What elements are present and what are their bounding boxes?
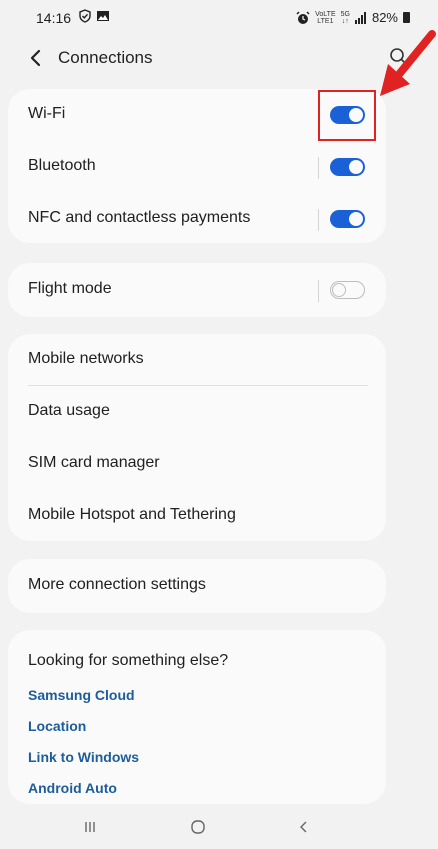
app-header: Connections [0, 36, 438, 80]
alarm-icon [296, 10, 310, 24]
toggle-knob [332, 283, 346, 297]
mobile-networks-label: Mobile networks [28, 350, 144, 367]
link-samsung-cloud[interactable]: Samsung Cloud [28, 687, 135, 703]
toggle-knob [349, 212, 363, 226]
mobile-networks-row[interactable]: Mobile networks [8, 334, 386, 386]
shield-check-icon [79, 9, 91, 23]
bluetooth-row[interactable]: Bluetooth [8, 141, 386, 193]
hotspot-label: Mobile Hotspot and Tethering [28, 506, 236, 523]
more-settings-label: More connection settings [28, 576, 206, 593]
flight-mode-row[interactable]: Flight mode [8, 264, 386, 316]
battery-percent: 82% [371, 10, 398, 25]
home-button[interactable] [183, 814, 213, 840]
more-card: More connection settings [8, 559, 386, 613]
wifi-label: Wi-Fi [28, 105, 66, 122]
gallery-icon [97, 11, 109, 21]
annotation-arrow-icon [380, 30, 436, 96]
suggestions-card: Looking for something else? Samsung Clou… [8, 630, 386, 804]
divider [318, 280, 319, 302]
home-icon [191, 820, 205, 834]
annotation-highlight-box [318, 90, 376, 141]
nav-back-icon [300, 821, 307, 833]
battery-icon [403, 12, 410, 23]
link-to-windows[interactable]: Link to Windows [28, 749, 139, 765]
recents-icon [85, 822, 95, 832]
mobile-card: Mobile networks Data usage SIM card mana… [8, 334, 386, 541]
toggle-knob [349, 160, 363, 174]
page-title: Connections [58, 48, 153, 67]
status-right: VoLTE LTE1 5G ↓↑ 82% [296, 10, 410, 25]
divider [318, 157, 319, 179]
nfc-toggle[interactable] [330, 210, 365, 228]
navigation-bar [0, 806, 438, 849]
hotspot-row[interactable]: Mobile Hotspot and Tethering [8, 490, 386, 542]
flight-mode-label: Flight mode [28, 280, 112, 297]
more-settings-row[interactable]: More connection settings [8, 560, 386, 612]
data-usage-row[interactable]: Data usage [8, 386, 386, 438]
flight-mode-toggle[interactable] [330, 281, 365, 299]
link-location[interactable]: Location [28, 718, 86, 734]
status-bar: 14:16 VoLTE LTE1 5G ↓↑ 82% [0, 0, 438, 34]
nav-back-button[interactable] [289, 814, 319, 840]
chevron-left-icon[interactable] [24, 46, 48, 70]
flight-card: Flight mode [8, 263, 386, 317]
nfc-label: NFC and contactless payments [28, 209, 251, 226]
status-time: 14:16 [36, 10, 72, 26]
link-android-auto[interactable]: Android Auto [28, 780, 117, 796]
signal-icon [354, 11, 366, 24]
sim-card-manager-row[interactable]: SIM card manager [8, 438, 386, 490]
sim-card-manager-label: SIM card manager [28, 454, 160, 471]
divider [318, 209, 319, 231]
recents-button[interactable] [75, 814, 105, 840]
data-usage-label: Data usage [28, 402, 110, 419]
bluetooth-toggle[interactable] [330, 158, 365, 176]
nfc-row[interactable]: NFC and contactless payments [8, 193, 386, 245]
bluetooth-label: Bluetooth [28, 157, 96, 174]
volte-indicator: VoLTE LTE1 [315, 10, 336, 25]
suggestions-title: Looking for something else? [28, 652, 229, 669]
fiveg-indicator: 5G ↓↑ [340, 10, 350, 25]
